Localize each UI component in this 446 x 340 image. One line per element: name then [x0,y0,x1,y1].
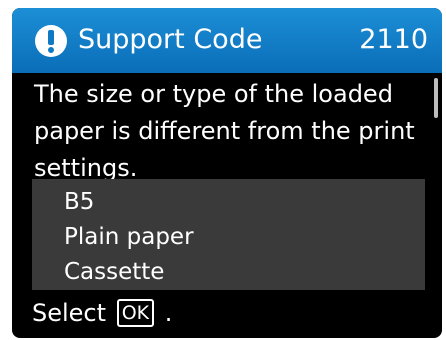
paper-source-value: Cassette [64,259,165,285]
support-code-header: Support Code 2110 [12,8,442,73]
select-label: Select [32,299,107,327]
header-title: Support Code [78,24,263,55]
paper-size-value: B5 [64,189,95,215]
ok-button[interactable]: OK [116,299,155,327]
error-message: The size or type of the loaded paper is … [34,80,415,182]
select-ok-prompt: Select OK . [32,294,172,331]
paper-details-panel: B5 Plain paper Cassette [32,179,425,290]
alert-exclamation-icon [35,25,67,57]
media-type-value: Plain paper [64,224,194,250]
select-suffix: . [164,299,173,327]
scroll-indicator[interactable] [434,78,438,118]
printer-lcd-screen: Support Code 2110 The size or type of th… [12,8,442,338]
support-code-number: 2110 [359,24,428,55]
